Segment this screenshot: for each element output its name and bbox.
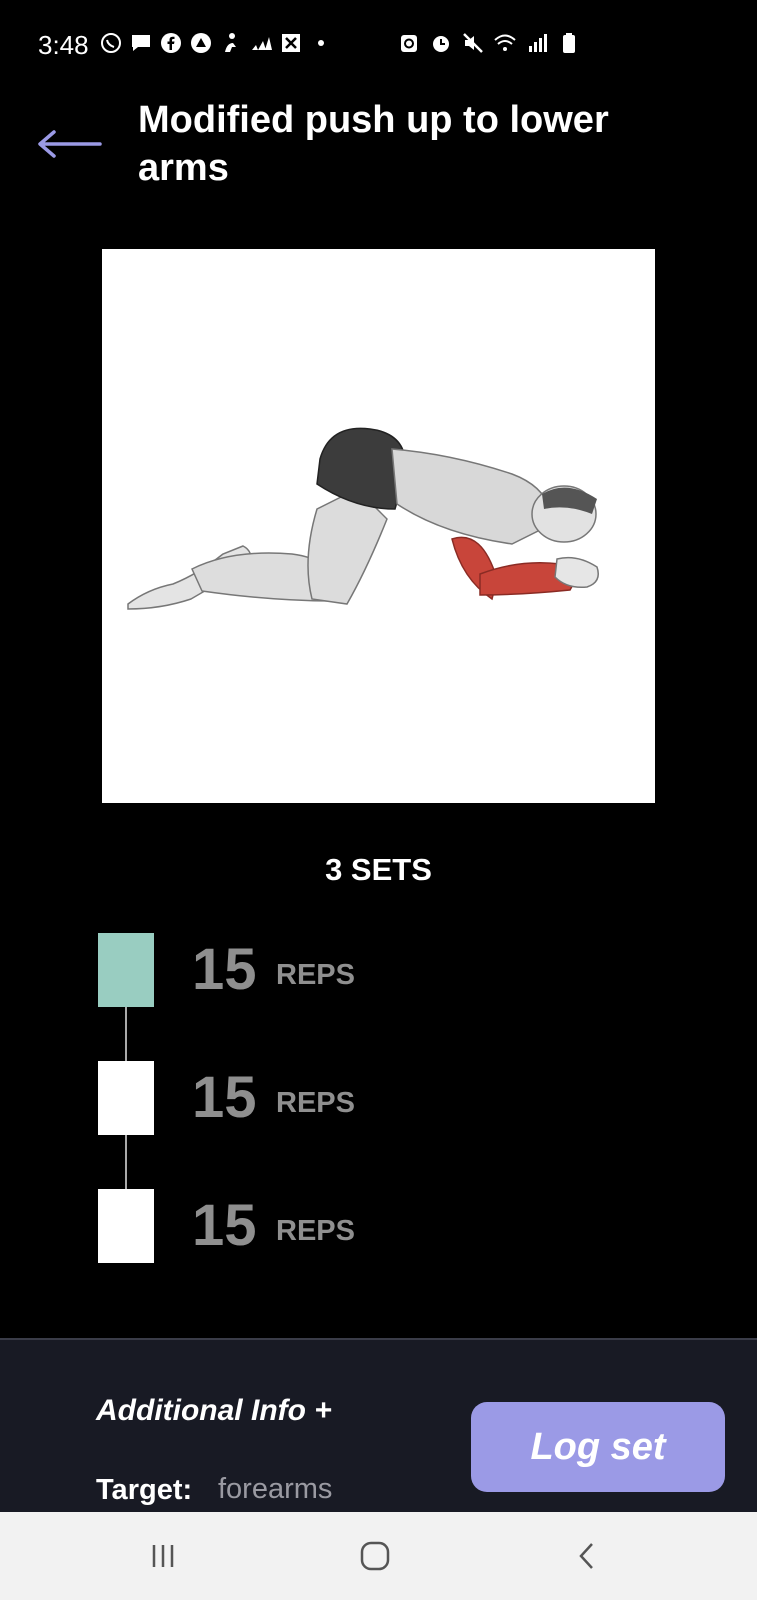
target-label: Target: [96,1474,193,1506]
adidas-icon [250,32,272,54]
set-checkbox-1[interactable] [98,933,154,1007]
system-nav-bar [0,1512,757,1600]
dot-icon [310,32,332,54]
recents-button[interactable] [133,1532,193,1580]
notification-icons [100,32,332,54]
set-row-3: 15 REPS [98,1189,498,1263]
bottom-panel: Additional Info + Target: forearms Log s… [0,1338,757,1514]
set-checkbox-3[interactable] [98,1189,154,1263]
sets-heading: 3 SETS [325,852,432,887]
chat-icon [130,32,152,54]
alarm-icon [430,32,452,54]
mute-icon [462,32,484,54]
app-icon [190,32,212,54]
set-connector [125,1135,127,1189]
target-value: forearms [218,1473,333,1505]
set-row-1: 15 REPS [98,933,498,1007]
additional-info-toggle[interactable]: Additional Info + [96,1394,332,1428]
reps-unit: REPS [276,1087,355,1119]
reps-count: 15 [192,1193,257,1258]
reps-count: 15 [192,1065,257,1130]
reps-count: 15 [192,937,257,1002]
page-title: Modified push up to lower arms [138,99,609,189]
battery-saver-icon [398,32,420,54]
reps-unit: REPS [276,959,355,991]
facebook-icon [160,32,182,54]
chevron-left-icon [579,1543,593,1569]
back-nav-button[interactable] [557,1532,617,1580]
reps-unit: REPS [276,1215,355,1247]
wifi-icon [494,32,516,54]
battery-icon [558,32,580,54]
home-icon [360,1541,390,1571]
fitness-icon [220,32,242,54]
log-set-button[interactable]: Log set [471,1402,725,1492]
whatsapp-icon [100,32,122,54]
recents-icon [152,1545,174,1567]
set-checkbox-2[interactable] [98,1061,154,1135]
home-button[interactable] [345,1532,405,1580]
signal-icon [526,32,548,54]
set-row-2: 15 REPS [98,1061,498,1135]
back-button[interactable] [36,120,104,168]
system-icons [398,32,580,54]
status-time: 3:48 [38,30,89,60]
app2-icon [280,32,302,54]
exercise-illustration [102,249,655,803]
arrow-left-icon [38,130,102,158]
status-bar: 3:48 [0,0,757,90]
set-connector [125,1007,127,1061]
